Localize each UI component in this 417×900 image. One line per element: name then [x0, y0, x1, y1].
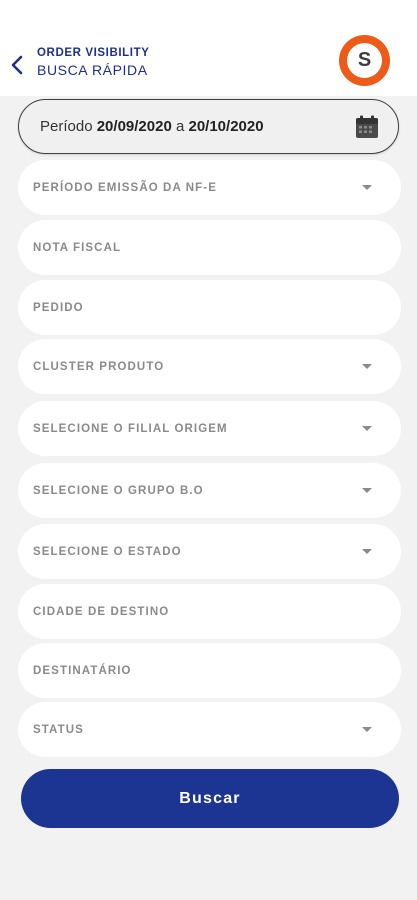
chevron-down-icon — [362, 549, 372, 554]
field-label: CLUSTER PRODUTO — [33, 360, 165, 373]
chevron-down-icon — [362, 185, 372, 190]
input-nota-fiscal[interactable]: NOTA FISCAL — [18, 220, 401, 275]
dropdown-status[interactable]: STATUS — [18, 702, 401, 757]
input-destinatario[interactable]: DESTINATÁRIO — [18, 643, 401, 698]
app-header: ORDER VISIBILITY BUSCA RÁPIDA S — [0, 0, 417, 96]
dropdown-cluster-produto[interactable]: CLUSTER PRODUTO — [18, 339, 401, 394]
period-connector: a — [175, 118, 185, 135]
header-titles: ORDER VISIBILITY BUSCA RÁPIDA — [37, 47, 149, 79]
field-label: CIDADE DE DESTINO — [33, 605, 170, 618]
app-name: ORDER VISIBILITY — [37, 47, 150, 59]
field-label: SELECIONE O FILIAL ORIGEM — [33, 422, 228, 435]
field-label: DESTINATÁRIO — [33, 664, 132, 677]
logo-letter: S — [347, 43, 382, 78]
field-label: PEDIDO — [33, 301, 84, 314]
field-label: SELECIONE O GRUPO B.O — [33, 484, 204, 497]
chevron-down-icon — [362, 364, 372, 369]
back-button[interactable] — [8, 54, 26, 76]
dropdown-selecione-o-filial-origem[interactable]: SELECIONE O FILIAL ORIGEM — [18, 401, 401, 456]
chevron-down-icon — [362, 488, 372, 493]
dropdown-periodo-emissao-da-nf-e[interactable]: PERÍODO EMISSÃO DA NF-E — [18, 160, 401, 215]
field-label: STATUS — [33, 723, 84, 736]
search-button-label: Buscar — [179, 789, 241, 807]
period-selector[interactable]: Período 20/09/2020 a 20/10/2020 — [18, 99, 399, 154]
period-label: Período — [40, 118, 93, 135]
chevron-left-icon — [11, 55, 23, 75]
period-start-date: 20/09/2020 — [96, 118, 172, 135]
search-button[interactable]: Buscar — [21, 769, 399, 828]
brand-logo: S — [339, 35, 390, 86]
calendar-icon[interactable] — [355, 115, 379, 139]
input-pedido[interactable]: PEDIDO — [18, 280, 401, 335]
input-cidade-de-destino[interactable]: CIDADE DE DESTINO — [18, 584, 401, 639]
field-label: SELECIONE O ESTADO — [33, 545, 182, 558]
dropdown-selecione-o-estado[interactable]: SELECIONE O ESTADO — [18, 524, 401, 579]
period-text: Período 20/09/2020 a 20/10/2020 — [40, 118, 264, 135]
dropdown-selecione-o-grupo-b-o[interactable]: SELECIONE O GRUPO B.O — [18, 463, 401, 518]
chevron-down-icon — [362, 426, 372, 431]
field-label: NOTA FISCAL — [33, 241, 122, 254]
field-label: PERÍODO EMISSÃO DA NF-E — [33, 181, 217, 194]
chevron-down-icon — [362, 727, 372, 732]
period-end-date: 20/10/2020 — [188, 118, 264, 135]
page-title: BUSCA RÁPIDA — [37, 62, 148, 78]
